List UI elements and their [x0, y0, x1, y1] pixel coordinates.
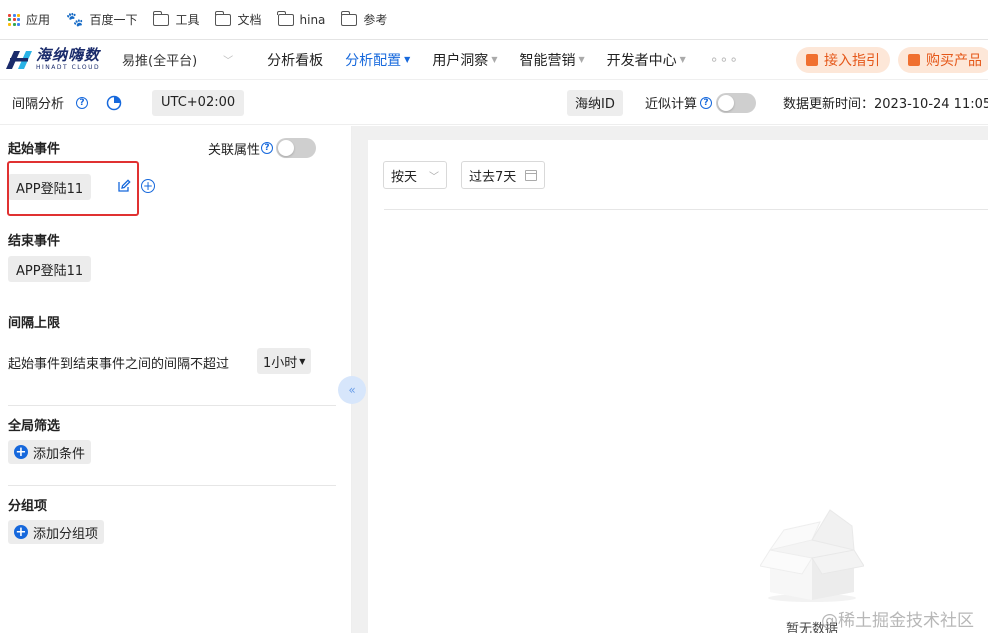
interval-limit-title: 间隔上限: [8, 316, 61, 331]
folder-icon: [152, 10, 170, 26]
brand-name: 海纳嗨数: [36, 46, 101, 64]
apps-grid-icon: [8, 13, 20, 26]
pie-chart-icon[interactable]: [106, 95, 122, 111]
nav-item-label: 用户洞察: [432, 52, 489, 69]
nav-item-label: 开发者中心: [606, 52, 677, 69]
related-property-toggle[interactable]: [276, 138, 317, 158]
interval-limit-value: 1小时: [263, 355, 298, 371]
project-label: 易推(全平台): [122, 54, 198, 69]
logo-mark-icon: [6, 50, 32, 69]
more-icon[interactable]: ∘∘∘: [710, 52, 739, 68]
config-panel: 起始事件 关联属性 ? APP登陆11 + 结束事件 APP登陆11 间隔上限 …: [0, 126, 352, 633]
folder-icon: [277, 10, 294, 26]
chevron-down-icon: ﹀: [223, 56, 234, 67]
brand-logo[interactable]: 海纳嗨数 HINADT CLOUD: [4, 48, 116, 71]
interval-limit-text: 起始事件到结束事件之间的间隔不超过: [8, 357, 230, 372]
bookmark-label: 百度一下: [89, 13, 138, 27]
result-card: [368, 140, 988, 633]
caret-down-icon: ▼: [404, 55, 411, 64]
timezone-selector[interactable]: UTC+02:00: [152, 89, 245, 116]
start-event-title: 起始事件: [8, 142, 61, 157]
help-icon[interactable]: ?: [76, 96, 89, 109]
section-divider: [8, 405, 336, 406]
empty-box-icon: [760, 509, 864, 602]
edit-icon[interactable]: [117, 179, 131, 193]
interval-limit-select[interactable]: 1小时 ▼: [257, 348, 312, 374]
bookmark-icon: [908, 54, 920, 66]
id-type-selector[interactable]: 海纳ID: [567, 89, 623, 116]
folder-icon: [214, 10, 232, 26]
calendar-icon: [525, 169, 538, 181]
caret-down-icon: ▼: [679, 55, 686, 64]
bookmark-label: 文档: [237, 13, 262, 27]
bookmark-tools[interactable]: 工具: [152, 10, 200, 28]
caret-down-icon: ▼: [578, 55, 585, 64]
add-event-icon[interactable]: +: [141, 179, 155, 193]
plus-circle-icon: +: [14, 444, 28, 460]
help-icon[interactable]: ?: [261, 142, 274, 154]
bookmark-docs[interactable]: 文档: [214, 10, 262, 28]
data-update-time: 数据更新时间：2023-10-24 11:05: [783, 97, 988, 112]
baidu-paw-icon: 🐾: [66, 11, 84, 28]
related-property-label: 关联属性: [208, 142, 261, 158]
nav-item-dashboard[interactable]: 分析看板: [267, 50, 323, 70]
button-label: 添加条件: [33, 446, 86, 462]
bookmark-reference[interactable]: 参考: [340, 10, 388, 28]
global-filter-title: 全局筛选: [8, 419, 61, 434]
nav-item-label: 分析配置: [345, 52, 402, 69]
plus-circle-icon: +: [14, 524, 28, 540]
watermark: @稀土掘金技术社区: [821, 611, 974, 631]
chevron-down-icon: ﹀: [429, 171, 440, 183]
button-label: 接入指引: [824, 53, 880, 69]
page-title: 间隔分析: [12, 97, 65, 112]
approx-toggle[interactable]: [716, 92, 757, 113]
nav-item-user-insight[interactable]: 用户洞察 ▼: [432, 50, 497, 70]
group-by-title: 分组项: [8, 499, 48, 514]
end-event-title: 结束事件: [8, 234, 61, 249]
bookmark-hina[interactable]: hina: [277, 10, 326, 27]
signpost-icon: [806, 54, 818, 66]
bookmark-baidu[interactable]: 🐾 百度一下: [66, 11, 137, 28]
help-icon[interactable]: ?: [700, 96, 713, 109]
nav-item-label: 分析看板: [267, 52, 324, 69]
caret-down-icon: ▼: [299, 356, 306, 366]
nav-item-analysis-config[interactable]: 分析配置 ▼: [345, 50, 410, 70]
result-divider: [384, 209, 988, 210]
bookmarks-bar: 应用 🐾 百度一下 工具 文档 hina 参考: [0, 0, 988, 40]
button-label: 添加分组项: [33, 526, 99, 542]
section-divider: [8, 485, 336, 486]
related-property: 关联属性 ?: [208, 138, 317, 158]
nav-item-developer-center[interactable]: 开发者中心 ▼: [607, 50, 686, 70]
button-label: 购买产品: [926, 53, 982, 69]
end-event-selector[interactable]: APP登陆11: [8, 256, 92, 282]
brand-name-en: HINADT CLOUD: [36, 64, 101, 71]
bookmark-label: 参考: [363, 13, 388, 27]
approx-calc: 近似计算 ?: [645, 92, 757, 113]
bookmark-apps[interactable]: 应用: [8, 11, 50, 28]
date-range-picker[interactable]: 过去7天: [461, 161, 546, 189]
buy-product-button[interactable]: 购买产品: [898, 47, 988, 73]
nav-item-smart-marketing[interactable]: 智能营销 ▼: [519, 50, 584, 70]
folder-icon: [340, 10, 358, 26]
date-range-value: 过去7天: [469, 169, 517, 185]
nav-item-label: 智能营销: [519, 52, 576, 69]
add-condition-button[interactable]: + 添加条件: [8, 440, 92, 464]
project-switcher[interactable]: 易推(全平台) ﹀: [122, 50, 233, 69]
collapse-panel-button[interactable]: «: [338, 376, 366, 404]
caret-down-icon: ▼: [491, 55, 498, 64]
add-group-button[interactable]: + 添加分组项: [8, 520, 105, 544]
analysis-toolbar: 间隔分析 ? UTC+02:00 海纳ID 近似计算 ? 数据更新时间：2023…: [0, 81, 988, 125]
bookmark-label: 工具: [175, 13, 200, 27]
bookmark-label: hina: [299, 12, 326, 27]
granularity-value: 按天: [391, 169, 418, 185]
bookmark-label: 应用: [26, 13, 51, 27]
granularity-select[interactable]: 按天 ﹀: [383, 161, 448, 189]
top-navigation: 海纳嗨数 HINADT CLOUD 易推(全平台) ﹀ 分析看板 分析配置 ▼ …: [0, 40, 988, 80]
approx-label: 近似计算: [645, 97, 698, 112]
integration-guide-button[interactable]: 接入指引: [796, 47, 890, 73]
